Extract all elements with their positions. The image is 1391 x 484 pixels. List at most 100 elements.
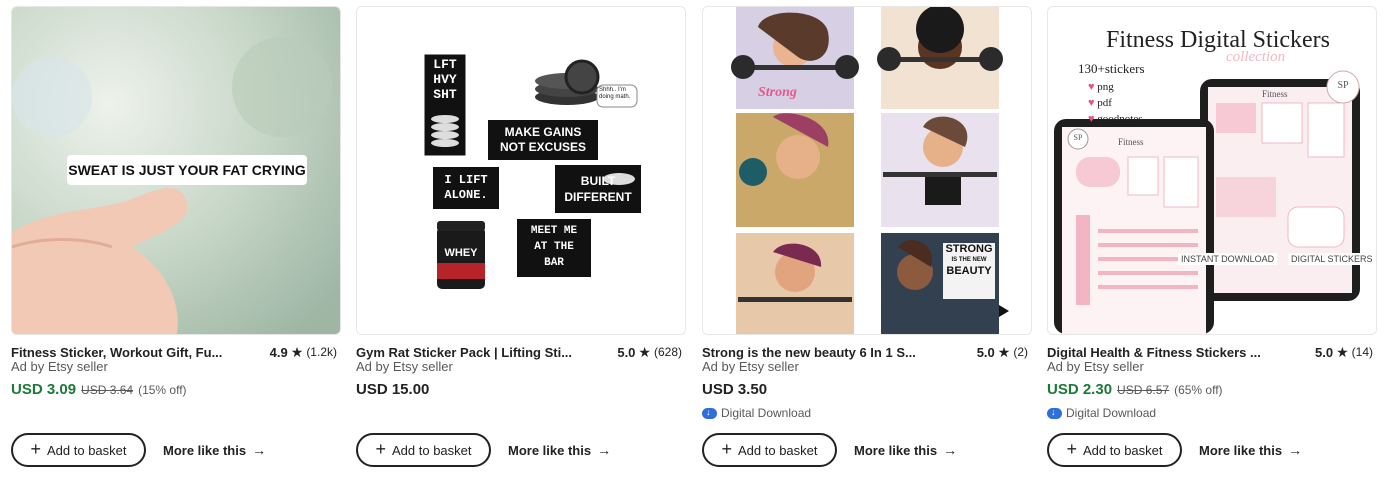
heart-icon: ♥ — [1088, 81, 1095, 93]
digital-download-badge: Digital Download — [1047, 406, 1156, 420]
product-image[interactable]: Fitness Digital Stickers collection 130+… — [1047, 6, 1377, 335]
rating-score: 5.0 — [976, 344, 995, 360]
sticker-text-gains: MAKE GAINS NOT EXCUSES — [499, 125, 586, 154]
digital-stickers-mockup — [1048, 7, 1376, 334]
price: USD 3.50 — [702, 381, 768, 398]
product-image[interactable]: SWEAT IS JUST YOUR FAT CRYING — [11, 6, 341, 335]
product-image[interactable]: Strong STRONG IS THE NEW BEAUTY — [702, 6, 1032, 335]
product-title[interactable]: Gym Rat Sticker Pack | Lifting Sti... — [356, 345, 572, 360]
plus-icon: + — [1066, 439, 1077, 459]
arrow-right-icon: → — [252, 442, 267, 458]
sticker-text: SWEAT IS JUST YOUR FAT CRYING — [68, 162, 306, 178]
sticker-text-lift-alone: I LIFT ALONE. — [444, 173, 488, 202]
sticker-text-built: BUILT DIFFERENT — [564, 174, 632, 204]
mockup-formats: ♥ png ♥ pdf ♥ goodnotes — [1088, 81, 1143, 125]
mockup-collection: collection — [1226, 49, 1286, 65]
add-to-basket-button[interactable]: + Add to basket — [356, 433, 491, 467]
arrow-right-icon: → — [1288, 442, 1303, 458]
rating: 5.0 ★ (2) — [977, 344, 1032, 361]
more-like-this-link[interactable]: More like this → — [854, 442, 957, 458]
sticker-text-meet: MEET ME AT THE BAR — [530, 225, 578, 269]
rating: 4.9 ★ (1.2k) — [270, 344, 341, 361]
add-to-basket-label: Add to basket — [47, 442, 127, 458]
mockup-instant: INSTANT DOWNLOAD — [1178, 253, 1278, 265]
price-row: USD 2.30 USD 6.57 (65% off) — [1047, 381, 1223, 398]
arrow-right-icon: → — [597, 442, 612, 458]
add-to-basket-label: Add to basket — [392, 442, 472, 458]
sticker-text-math: Shhh.. I'm doing math. — [599, 87, 631, 100]
more-like-this-label: More like this — [508, 442, 592, 458]
heart-icon: ♥ — [1088, 113, 1095, 125]
price-row: USD 15.00 — [356, 381, 429, 398]
digital-download-label: Digital Download — [1066, 406, 1157, 420]
sticker-text-whey: WHEY — [444, 247, 478, 259]
sale-price: USD 3.09 — [11, 381, 77, 398]
review-count: (2) — [1013, 345, 1028, 359]
product-title[interactable]: Fitness Sticker, Workout Gift, Fu... — [11, 345, 222, 360]
star-icon: ★ — [997, 343, 1011, 360]
add-to-basket-button[interactable]: + Add to basket — [702, 433, 837, 467]
review-count: (14) — [1351, 345, 1373, 359]
original-price: USD 3.64 — [81, 383, 134, 397]
artwork-text-beauty: STRONG IS THE NEW BEAUTY — [945, 243, 993, 277]
plus-icon: + — [30, 439, 41, 459]
product-card[interactable]: LFT HVY SHT Shhh.. I'm doing math. MAKE … — [356, 6, 686, 476]
more-like-this-label: More like this — [163, 442, 247, 458]
product-image[interactable]: LFT HVY SHT Shhh.. I'm doing math. MAKE … — [356, 6, 686, 335]
more-like-this-link[interactable]: More like this → — [1199, 442, 1302, 458]
product-card[interactable]: SWEAT IS JUST YOUR FAT CRYING Fitness St… — [11, 6, 341, 476]
rating: 5.0 ★ (628) — [617, 344, 686, 361]
discount: (15% off) — [138, 383, 187, 397]
ad-label: Ad by Etsy seller — [11, 359, 108, 374]
cloud-download-icon — [1047, 407, 1062, 419]
artwork-collage — [703, 7, 1031, 334]
price: USD 15.00 — [356, 381, 430, 398]
review-count: (1.2k) — [306, 345, 337, 359]
arrow-right-icon: → — [943, 442, 958, 458]
rating-score: 5.0 — [617, 344, 636, 360]
product-card[interactable]: Fitness Digital Stickers collection 130+… — [1047, 6, 1377, 476]
more-like-this-label: More like this — [1199, 442, 1283, 458]
sticker-pack-image — [357, 7, 685, 334]
heart-icon: ♥ — [1088, 97, 1095, 109]
digital-download-label: Digital Download — [721, 406, 812, 420]
add-to-basket-button[interactable]: + Add to basket — [1047, 433, 1182, 467]
plus-icon: + — [375, 439, 386, 459]
digital-download-badge: Digital Download — [702, 406, 811, 420]
ad-label: Ad by Etsy seller — [702, 359, 799, 374]
artwork-text-strong: Strong — [758, 85, 797, 100]
star-icon: ★ — [290, 343, 304, 360]
more-like-this-link[interactable]: More like this → — [508, 442, 611, 458]
rating-score: 5.0 — [1315, 344, 1334, 360]
mockup-tablet-title: Fitness — [1262, 89, 1288, 99]
mockup-title: Fitness Digital Stickers — [1106, 27, 1330, 53]
rating: 5.0 ★ (14) — [1315, 344, 1377, 361]
sticker-text-lft: LFT HVY SHT — [433, 57, 457, 102]
mockup-tablet-title-front: Fitness — [1118, 137, 1144, 147]
cloud-download-icon — [702, 407, 717, 419]
mockup-logo: SP — [1337, 80, 1349, 91]
add-to-basket-button[interactable]: + Add to basket — [11, 433, 146, 467]
mockup-count: 130+stickers — [1078, 61, 1145, 76]
price-row: USD 3.50 — [702, 381, 767, 398]
add-to-basket-label: Add to basket — [738, 442, 818, 458]
ad-label: Ad by Etsy seller — [1047, 359, 1144, 374]
plus-icon: + — [721, 439, 732, 459]
product-title[interactable]: Strong is the new beauty 6 In 1 S... — [702, 345, 916, 360]
review-count: (628) — [653, 345, 682, 359]
product-title[interactable]: Digital Health & Fitness Stickers ... — [1047, 345, 1261, 360]
mockup-digital: DIGITAL STICKERS — [1288, 253, 1376, 265]
add-to-basket-label: Add to basket — [1083, 442, 1163, 458]
product-card[interactable]: Strong STRONG IS THE NEW BEAUTY Strong i… — [702, 6, 1032, 476]
more-like-this-label: More like this — [854, 442, 938, 458]
mockup-logo-small: SP — [1073, 133, 1083, 142]
star-icon: ★ — [1336, 343, 1349, 360]
original-price: USD 6.57 — [1117, 383, 1170, 397]
ad-label: Ad by Etsy seller — [356, 359, 453, 374]
price-row: USD 3.09 USD 3.64 (15% off) — [11, 381, 187, 398]
sale-price: USD 2.30 — [1047, 381, 1113, 398]
discount: (65% off) — [1174, 383, 1223, 397]
more-like-this-link[interactable]: More like this → — [163, 442, 266, 458]
star-icon: ★ — [638, 343, 651, 360]
rating-score: 4.9 — [269, 344, 288, 360]
